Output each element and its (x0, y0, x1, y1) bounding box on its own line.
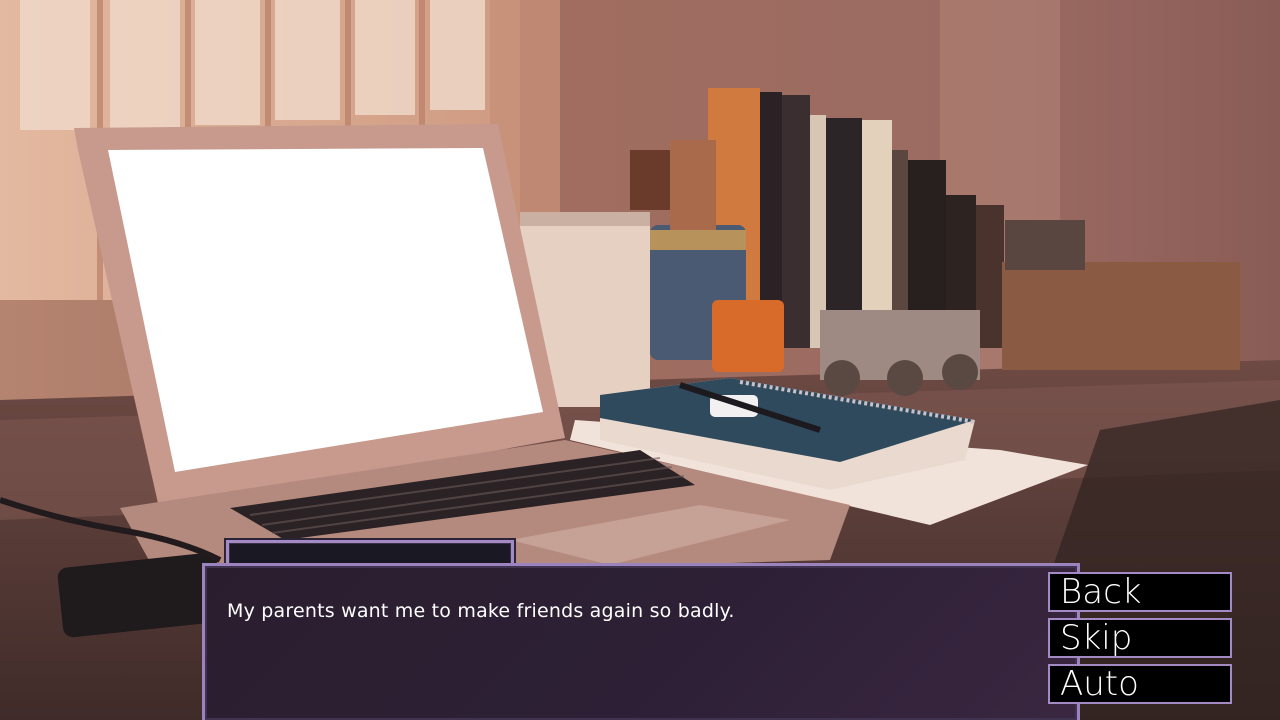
back-button-label: Back (1060, 572, 1142, 612)
auto-button-label: Auto (1060, 664, 1139, 704)
skip-button[interactable]: Skip (1048, 618, 1232, 658)
dialogue-text: My parents want me to make friends again… (227, 600, 735, 622)
dialogue-box[interactable]: My parents want me to make friends again… (202, 563, 1080, 720)
skip-button-label: Skip (1060, 618, 1133, 658)
auto-button[interactable]: Auto (1048, 664, 1232, 704)
back-button[interactable]: Back (1048, 572, 1232, 612)
